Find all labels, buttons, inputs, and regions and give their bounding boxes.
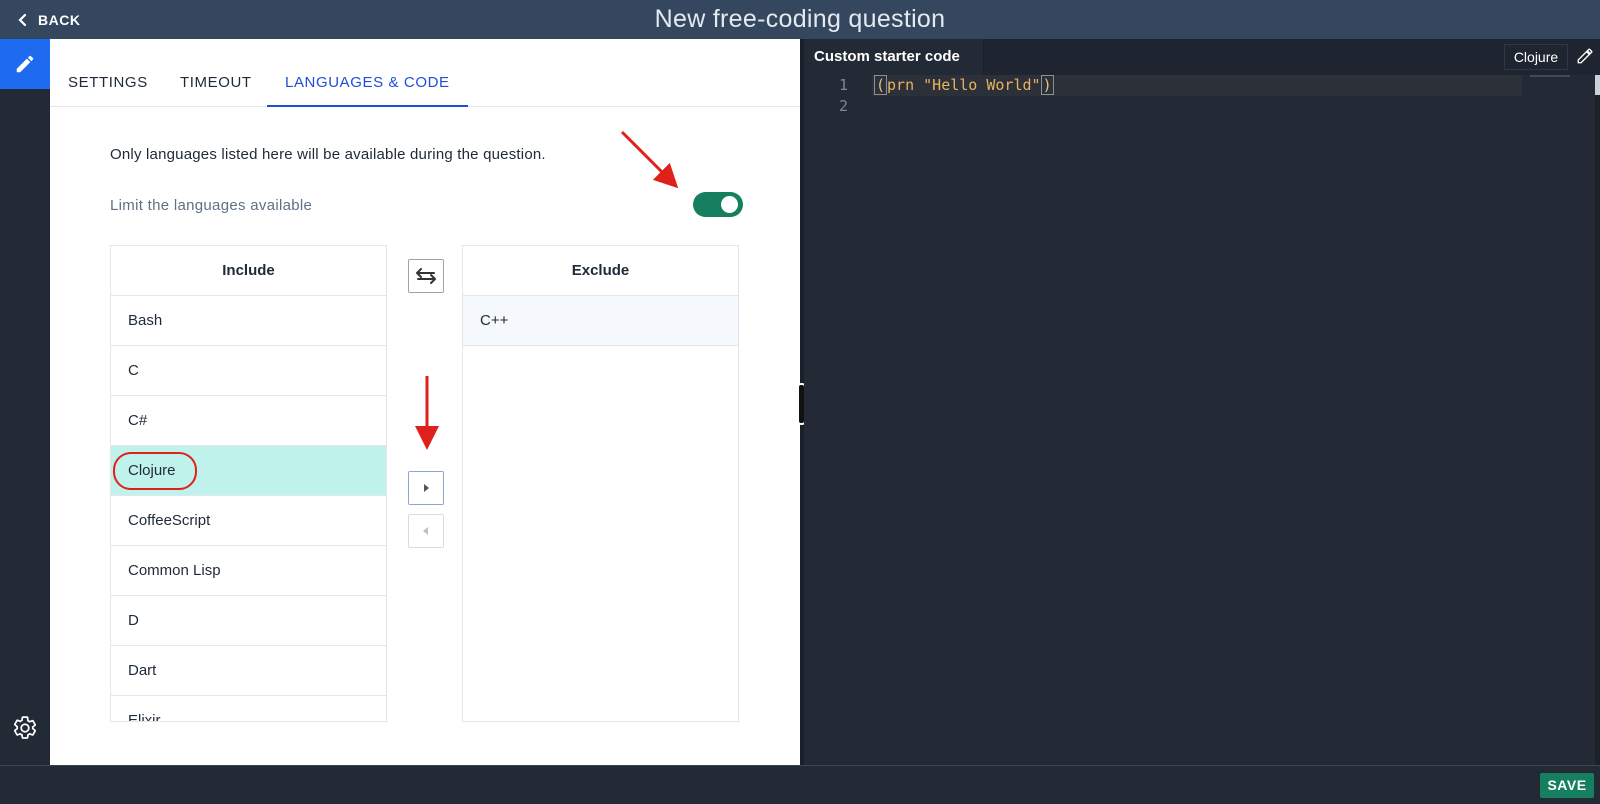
left-rail [0,39,50,765]
list-item[interactable]: Common Lisp [111,546,386,596]
list-item[interactable]: C++ [463,296,738,346]
include-header: Include [111,246,386,296]
caret-left-icon [423,527,428,535]
code-area[interactable]: 1 2 (prn "Hello World") [804,75,1600,765]
footer-bar: SAVE [0,765,1600,804]
list-item[interactable]: C# [111,396,386,446]
toggle-knob [721,196,738,213]
exclude-header: Exclude [463,246,738,296]
save-button[interactable]: SAVE [1540,773,1594,798]
editor-scroll-thumb[interactable] [1595,75,1600,95]
code-line[interactable]: (prn "Hello World") [874,75,1054,95]
line-number: 1 [838,76,848,94]
list-item[interactable]: Dart [111,646,386,696]
gear-icon[interactable] [12,715,38,741]
languages-info-text: Only languages listed here will be avail… [110,146,546,163]
code-text: prn "Hello World" [887,76,1041,94]
tab-languages-code[interactable]: LANGUAGES & CODE [267,67,468,107]
top-bar: BACK New free-coding question [0,0,1600,39]
move-to-include-button[interactable] [408,514,444,548]
list-item[interactable]: Elixir [111,696,386,721]
code-editor-pane: Custom starter code Clojure 1 2 (prn "He… [804,39,1600,765]
swap-lists-button[interactable] [408,259,444,293]
line-number: 2 [838,97,848,115]
list-item[interactable]: D [111,596,386,646]
exclude-list[interactable]: Exclude C++ [462,245,739,722]
close-paren: ) [1040,75,1054,95]
page-title: New free-coding question [654,5,946,33]
limit-languages-label: Limit the languages available [110,197,313,214]
annotation-arrow-toggle [620,130,679,189]
editor-tab-custom-starter-code[interactable]: Custom starter code [804,39,984,75]
pencil-icon [16,55,34,73]
limit-languages-toggle[interactable] [693,192,743,217]
edit-question-button[interactable] [0,39,50,89]
swap-arrows-icon [416,268,436,284]
list-item-selected[interactable]: Clojure [111,446,386,496]
tab-timeout[interactable]: TIMEOUT [180,67,252,107]
editor-scrollbar[interactable] [1595,75,1600,765]
question-settings-panel: SETTINGS TIMEOUT LANGUAGES & CODE Only l… [50,39,802,765]
list-item[interactable]: C [111,346,386,396]
edit-pencil-icon[interactable] [1576,47,1594,65]
open-paren: ( [874,75,888,95]
include-list[interactable]: Include Bash C C# Clojure CoffeeScript C… [110,245,387,722]
minimap[interactable] [1530,75,1570,77]
list-item[interactable]: Bash [111,296,386,346]
tab-settings[interactable]: SETTINGS [68,67,148,107]
move-to-exclude-button[interactable] [408,471,444,505]
list-item-label: Clojure [128,462,176,479]
tab-bar: SETTINGS TIMEOUT LANGUAGES & CODE [50,67,802,107]
list-item[interactable]: CoffeeScript [111,496,386,546]
language-selector[interactable]: Clojure [1504,44,1568,70]
caret-right-icon [424,484,429,492]
